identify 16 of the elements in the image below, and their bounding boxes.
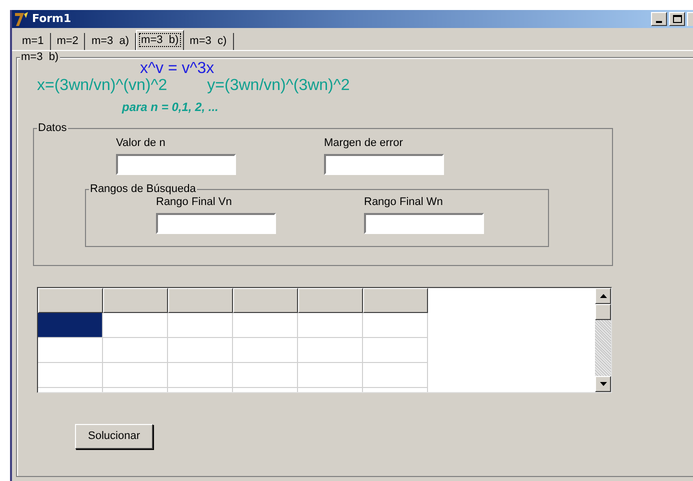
group-title: m=3 b) — [20, 51, 60, 64]
tab[interactable]: m=3 c) — [184, 33, 234, 50]
solve-button[interactable]: Solucionar — [75, 424, 153, 449]
field-label: Valor de n — [116, 137, 166, 150]
formula-text: x=(3wn/vn)^(vn)^2 — [37, 77, 168, 95]
field-label: Rango Final Vn — [156, 196, 233, 209]
tab[interactable]: m=3 b) — [136, 30, 184, 50]
field-label: Margen de error — [324, 137, 404, 150]
tab[interactable]: m=1 — [16, 33, 51, 50]
condition-text: para n = 0,1, 2, ... — [122, 99, 220, 116]
tab[interactable]: m=2 — [50, 33, 86, 50]
group-title: Rangos de Búsqueda — [89, 183, 197, 196]
field-label: Rango Final Wn — [364, 196, 444, 209]
formula-text: y=(3wn/vn)^(3wn)^2 — [207, 77, 350, 95]
window-title: Form1 — [32, 10, 72, 27]
equation-text: x^v = v^3x — [140, 61, 216, 77]
